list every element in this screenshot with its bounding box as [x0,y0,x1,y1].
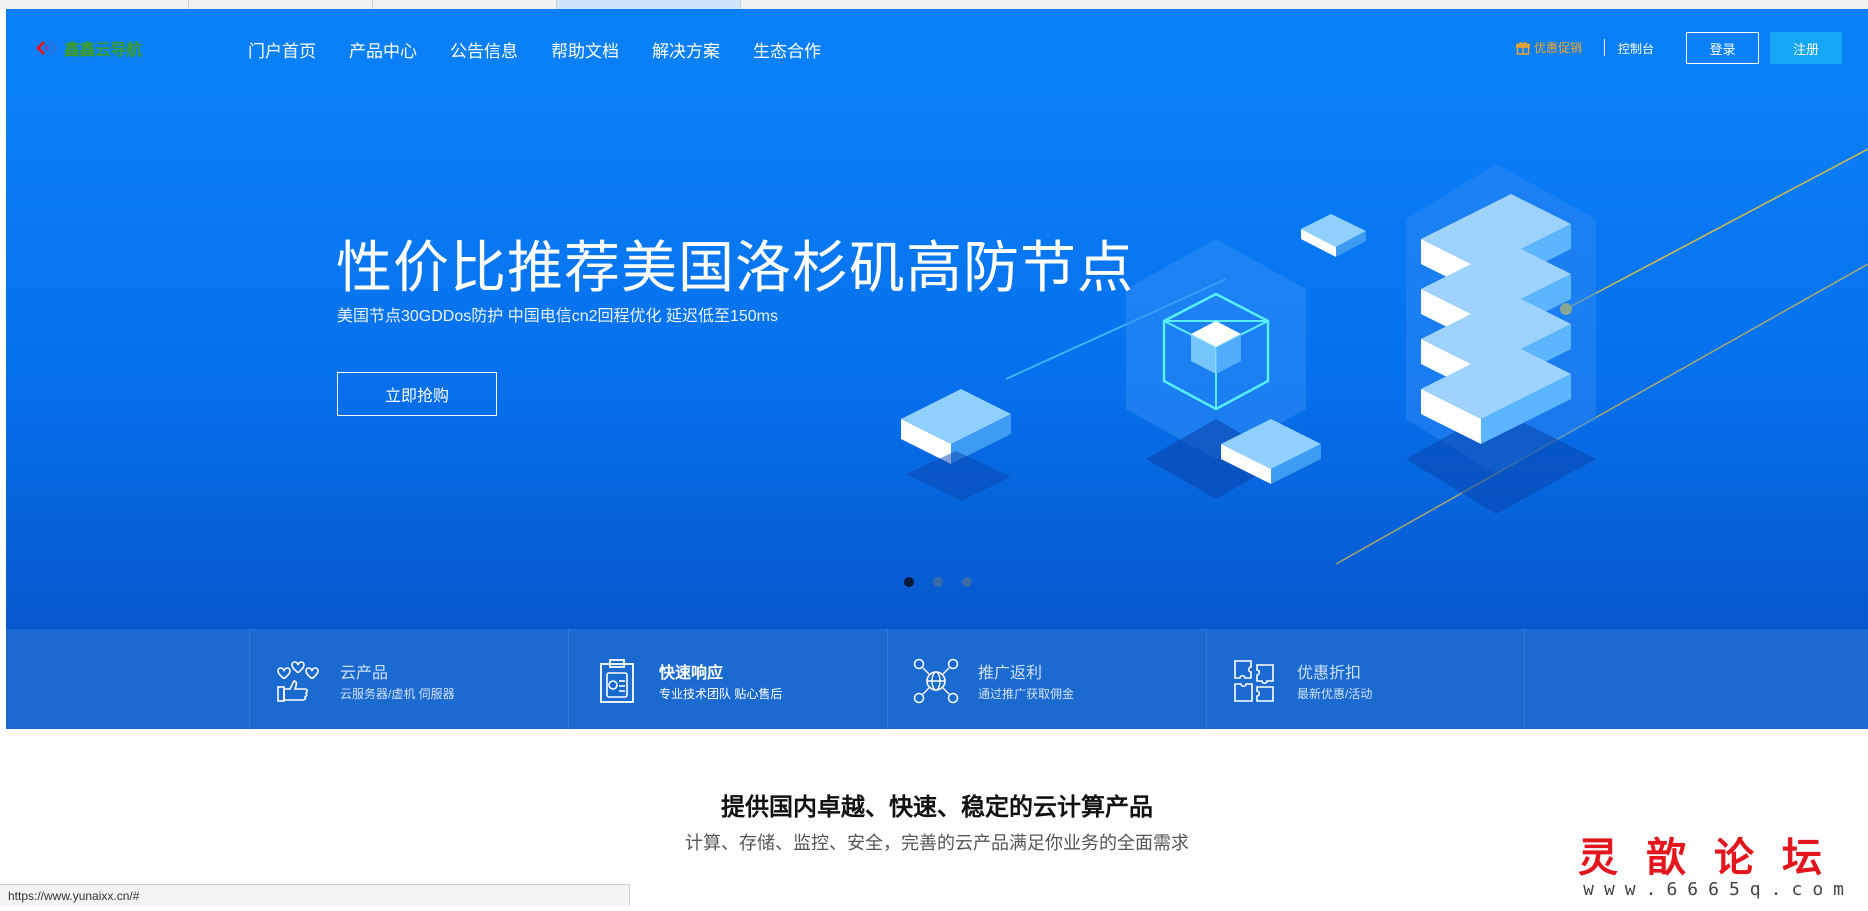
browser-tab[interactable] [189,0,373,9]
browser-tab-active[interactable] [557,0,741,9]
watermark-title: 灵歆论坛 [1578,834,1850,881]
website: 鑫鑫云导航 门户首页 产品中心 公告信息 帮助文档 解决方案 生态合作 优惠促销… [6,9,1868,906]
feature-title: 云产品 [340,665,389,682]
logo-text: 鑫鑫云导航 [64,42,142,59]
carousel-dot-2[interactable] [933,577,943,587]
nav-item-help-docs[interactable]: 帮助文档 [551,37,619,62]
watermark-url: www.6665q.com [1583,879,1854,900]
feature-strip: 云产品 云服务器/虚机 伺服器 快速响应 专业技术团队 贴心售后 推广返利 通过… [6,629,1868,729]
feature-title: 推广返利 [978,665,1043,682]
puzzle-icon [1234,660,1274,702]
feature-cloud-products[interactable]: 云产品 云服务器/虚机 伺服器 [249,629,568,729]
status-url: https://www.yunaixx.cn/# [8,888,140,903]
feature-referral-rebate[interactable]: 推广返利 通过推广获取佣金 [887,629,1206,729]
server-illustration-icon [901,148,1868,565]
nav-item-products[interactable]: 产品中心 [349,37,417,62]
main-nav: 门户首页 产品中心 公告信息 帮助文档 解决方案 生态合作 [248,9,854,89]
browser-tab[interactable] [373,0,557,9]
globe-network-icon [913,658,959,704]
header-divider [1604,39,1605,56]
browser-tab[interactable] [0,0,189,9]
site-logo[interactable]: 鑫鑫云导航 [36,33,142,63]
feature-desc: 专业技术团队 贴心售后 [659,687,783,701]
banner-subtitle: 美国节点30GDDos防护 中国电信cn2回程优化 延迟低至150ms [337,308,778,325]
feature-desc: 云服务器/虚机 伺服器 [340,687,455,701]
hero-banner: 性价比推荐美国洛杉矶高防节点 美国节点30GDDos防护 中国电信cn2回程优化… [6,89,1868,629]
forum-watermark: 灵歆论坛 www.6665q.com [1578,821,1868,911]
carousel-dots [904,577,991,587]
feature-discounts[interactable]: 优惠折扣 最新优惠/活动 [1206,629,1525,729]
browser-tab[interactable] [741,0,1441,9]
banner-title: 性价比推荐美国洛杉矶高防节点 [336,236,1134,299]
thumbs-up-hearts-icon [277,661,319,702]
promo-link[interactable]: 优惠促销 [1516,39,1582,56]
feature-desc: 最新优惠/活动 [1297,687,1373,701]
browser-status-bar: https://www.yunaixx.cn/# [0,884,630,906]
register-button[interactable]: 注册 [1770,32,1842,64]
promo-label: 优惠促销 [1534,41,1583,55]
logo-mark-icon [36,40,58,56]
nav-item-home[interactable]: 门户首页 [248,37,316,62]
section-title: 提供国内卓越、快速、稳定的云计算产品 [721,794,1153,821]
feature-fast-response[interactable]: 快速响应 专业技术团队 贴心售后 [568,629,887,729]
site-header: 鑫鑫云导航 门户首页 产品中心 公告信息 帮助文档 解决方案 生态合作 优惠促销… [6,9,1868,89]
feature-title: 快速响应 [659,665,724,682]
carousel-dot-3[interactable] [962,577,972,587]
carousel-dot-1[interactable] [904,577,914,587]
console-link[interactable]: 控制台 [1618,40,1654,57]
nav-item-announcements[interactable]: 公告信息 [450,37,518,62]
feature-title: 优惠折扣 [1297,665,1362,682]
nav-item-ecosystem[interactable]: 生态合作 [753,37,821,62]
nav-item-solutions[interactable]: 解决方案 [652,37,720,62]
clipboard-icon [600,659,634,703]
gift-icon [1516,41,1530,55]
feature-desc: 通过推广获取佣金 [978,687,1075,701]
login-button[interactable]: 登录 [1686,32,1759,64]
buy-now-button[interactable]: 立即抢购 [337,372,497,416]
